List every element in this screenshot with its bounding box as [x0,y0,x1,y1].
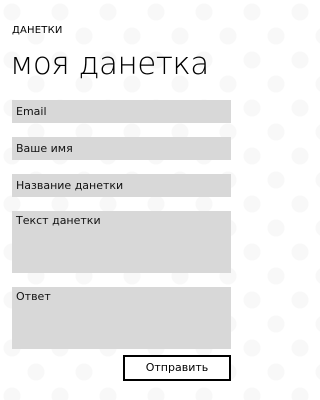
riddle-title-field[interactable] [12,174,231,197]
page-title: моя данетка [10,46,209,82]
email-field[interactable] [12,100,231,123]
submit-button[interactable]: Отправить [123,355,231,381]
answer-field[interactable] [12,287,231,349]
app-name: ДАНЕТКИ [12,25,63,36]
riddle-text-field[interactable] [12,211,231,273]
name-field[interactable] [12,137,231,160]
